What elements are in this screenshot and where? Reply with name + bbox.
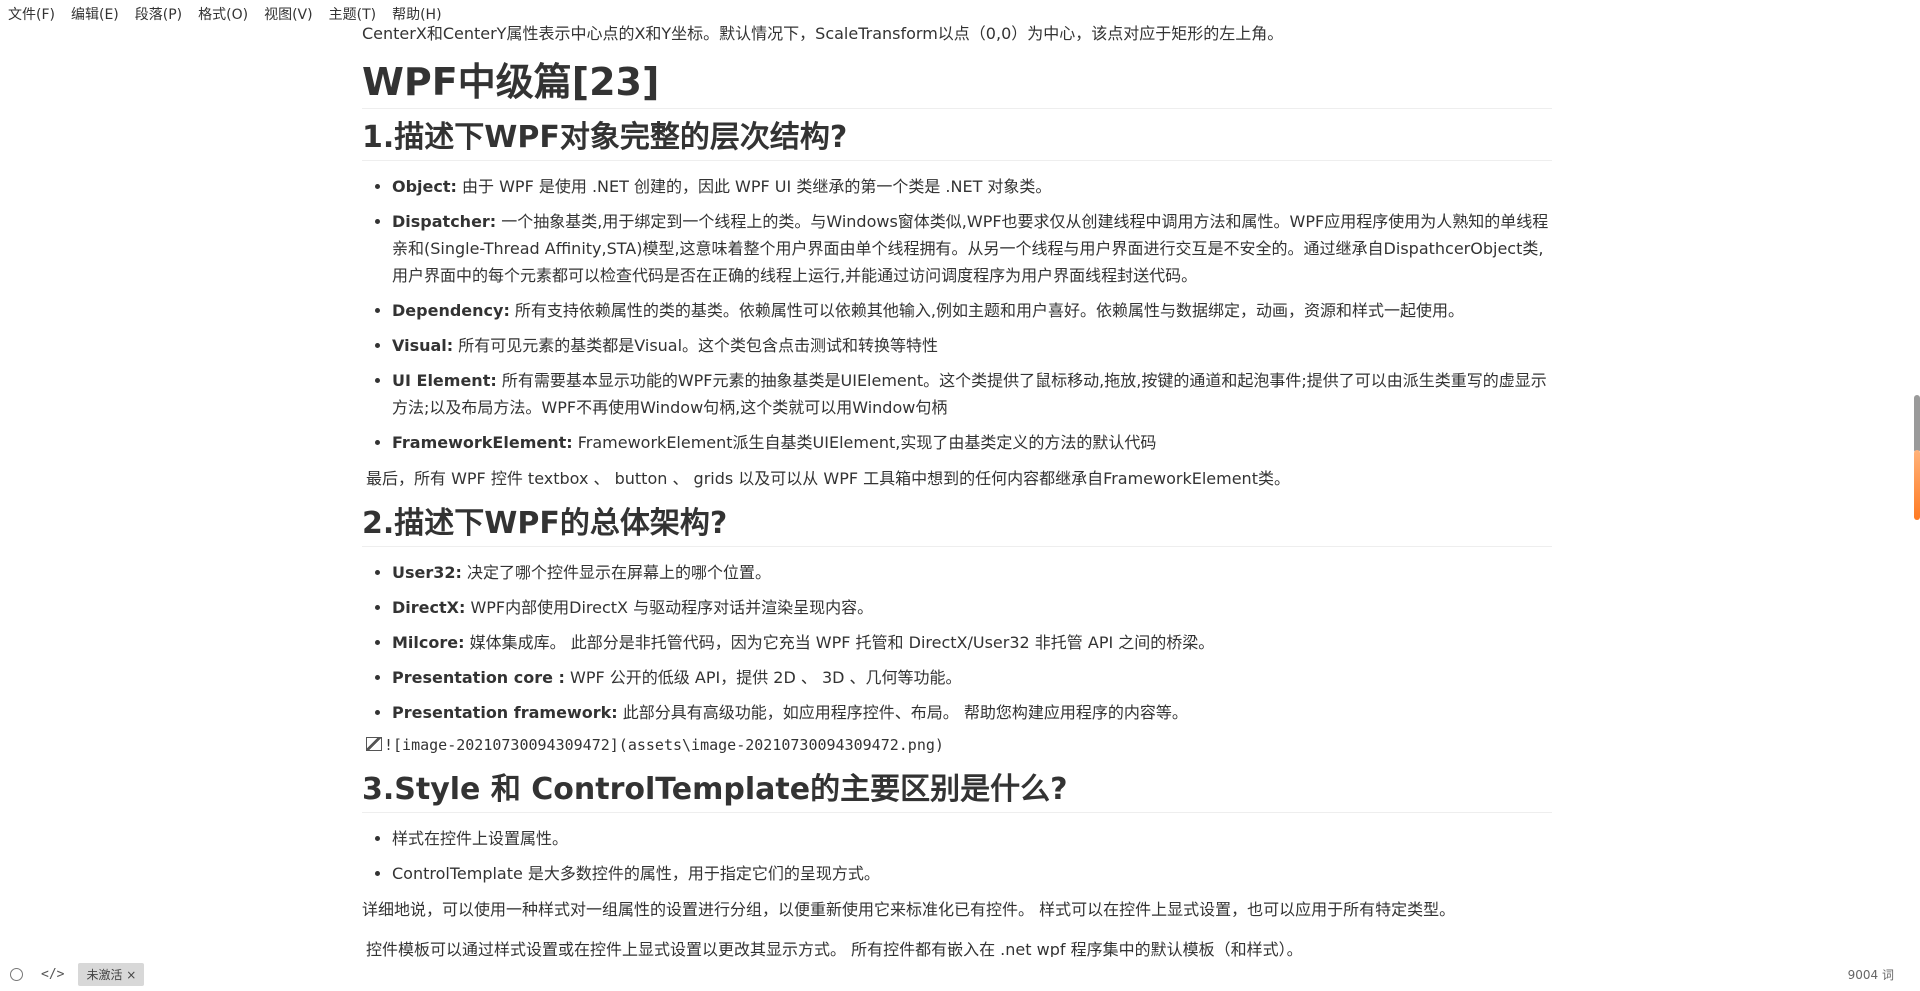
list-text: FrameworkElement派生自基类UIElement,实现了由基类定义的… bbox=[572, 433, 1157, 452]
list-item: ControlTemplate 是大多数控件的属性，用于指定它们的呈现方式。 bbox=[392, 860, 1552, 887]
list-text: 此部分具有高级功能，如应用程序控件、布局。 帮助您构建应用程序的内容等。 bbox=[617, 703, 1188, 722]
section-1-heading: 1.描述下WPF对象完整的层次结构? bbox=[362, 120, 1552, 161]
list-item: Dispatcher: 一个抽象基类,用于绑定到一个线程上的类。与Windows… bbox=[392, 208, 1552, 289]
list-item: FrameworkElement: FrameworkElement派生自基类U… bbox=[392, 429, 1552, 456]
status-bar: </> 未激活 × 9004 词 bbox=[0, 957, 1920, 991]
list-text: 媒体集成库。 此部分是非托管代码，因为它充当 WPF 托管和 DirectX/U… bbox=[464, 633, 1215, 652]
image-reference[interactable]: ![image-20210730094309472](assets\image-… bbox=[366, 736, 1552, 754]
word-count[interactable]: 9004 词 bbox=[1848, 966, 1894, 983]
list-item: Dependency: 所有支持依赖属性的类的基类。依赖属性可以依赖其他输入,例… bbox=[392, 297, 1552, 324]
list-term: Visual: bbox=[392, 336, 454, 355]
menu-help[interactable]: 帮助(H) bbox=[392, 4, 441, 24]
outline-toggle-icon[interactable] bbox=[10, 967, 23, 981]
list-item: Visual: 所有可见元素的基类都是Visual。这个类包含点击测试和转换等特… bbox=[392, 332, 1552, 359]
list-item: UI Element: 所有需要基本显示功能的WPF元素的抽象基类是UIElem… bbox=[392, 367, 1552, 421]
menu-file[interactable]: 文件(F) bbox=[8, 4, 55, 24]
scrollbar-thumb[interactable] bbox=[1914, 395, 1920, 453]
list-item: Presentation framework: 此部分具有高级功能，如应用程序控… bbox=[392, 699, 1552, 726]
list-term: Milcore: bbox=[392, 633, 465, 652]
list-term: Object: bbox=[392, 177, 457, 196]
list-text: 一个抽象基类,用于绑定到一个线程上的类。与Windows窗体类似,WPF也要求仅… bbox=[392, 212, 1549, 285]
partial-paragraph: CenterX和CenterY属性表示中心点的X和Y坐标。默认情况下，Scale… bbox=[362, 24, 1284, 43]
list-term: Presentation framework: bbox=[392, 703, 618, 722]
menu-edit[interactable]: 编辑(E) bbox=[71, 4, 119, 24]
section-1-summary: 最后，所有 WPF 控件 textbox 、 button 、 grids 以及… bbox=[366, 469, 1290, 488]
list-term: UI Element: bbox=[392, 371, 497, 390]
editor-content[interactable]: CenterX和CenterY属性表示中心点的X和Y坐标。默认情况下，Scale… bbox=[362, 0, 1552, 960]
menu-view[interactable]: 视图(V) bbox=[264, 4, 313, 24]
image-markdown: ![image-20210730094309472](assets\image-… bbox=[384, 736, 944, 754]
activation-badge[interactable]: 未激活 × bbox=[78, 962, 145, 986]
list-text: 由于 WPF 是使用 .NET 创建的，因此 WPF UI 类继承的第一个类是 … bbox=[456, 177, 1052, 196]
list-item: Object: 由于 WPF 是使用 .NET 创建的，因此 WPF UI 类继… bbox=[392, 173, 1552, 200]
broken-image-icon bbox=[366, 737, 382, 751]
list-item: DirectX: WPF内部使用DirectX 与驱动程序对话并渲染呈现内容。 bbox=[392, 594, 1552, 621]
menu-theme[interactable]: 主题(T) bbox=[329, 4, 376, 24]
list-item: Milcore: 媒体集成库。 此部分是非托管代码，因为它充当 WPF 托管和 … bbox=[392, 629, 1552, 656]
list-text: 所有可见元素的基类都是Visual。这个类包含点击测试和转换等特性 bbox=[453, 336, 939, 355]
list-term: Dependency: bbox=[392, 301, 510, 320]
list-text: WPF内部使用DirectX 与驱动程序对话并渲染呈现内容。 bbox=[465, 598, 874, 617]
list-item: 样式在控件上设置属性。 bbox=[392, 825, 1552, 852]
list-text: 所有支持依赖属性的类的基类。依赖属性可以依赖其他输入,例如主题和用户喜好。依赖属… bbox=[509, 301, 1465, 320]
section-3-paragraph-1: 详细地说，可以使用一种样式对一组属性的设置进行分组，以便重新使用它来标准化已有控… bbox=[362, 900, 1456, 919]
source-mode-icon[interactable]: </> bbox=[41, 967, 64, 982]
menu-format[interactable]: 格式(O) bbox=[198, 4, 248, 24]
list-term: FrameworkElement: bbox=[392, 433, 573, 452]
list-text: 所有需要基本显示功能的WPF元素的抽象基类是UIElement。这个类提供了鼠标… bbox=[392, 371, 1547, 417]
section-1-list: Object: 由于 WPF 是使用 .NET 创建的，因此 WPF UI 类继… bbox=[362, 173, 1552, 456]
scrollbar-position-marker bbox=[1914, 450, 1920, 520]
list-item: Presentation core : WPF 公开的低级 API，提供 2D … bbox=[392, 664, 1552, 691]
doc-body: 1.描述下WPF对象完整的层次结构? Object: 由于 WPF 是使用 .N… bbox=[362, 120, 1552, 960]
list-term: Presentation core : bbox=[392, 668, 565, 687]
list-item: User32: 决定了哪个控件显示在屏幕上的哪个位置。 bbox=[392, 559, 1552, 586]
section-3-list: 样式在控件上设置属性。 ControlTemplate 是大多数控件的属性，用于… bbox=[362, 825, 1552, 887]
doc-title: WPF中级篇[23] bbox=[362, 60, 1552, 109]
list-term: DirectX: bbox=[392, 598, 466, 617]
section-2-list: User32: 决定了哪个控件显示在屏幕上的哪个位置。 DirectX: WPF… bbox=[362, 559, 1552, 726]
list-text: WPF 公开的低级 API，提供 2D 、 3D 、几何等功能。 bbox=[564, 668, 962, 687]
section-2-heading: 2.描述下WPF的总体架构? bbox=[362, 506, 1552, 547]
section-3-heading: 3.Style 和 ControlTemplate的主要区别是什么? bbox=[362, 772, 1552, 813]
list-term: User32: bbox=[392, 563, 462, 582]
menu-paragraph[interactable]: 段落(P) bbox=[135, 4, 182, 24]
list-term: Dispatcher: bbox=[392, 212, 497, 231]
menu-bar: 文件(F) 编辑(E) 段落(P) 格式(O) 视图(V) 主题(T) 帮助(H… bbox=[0, 0, 458, 28]
list-text: 决定了哪个控件显示在屏幕上的哪个位置。 bbox=[461, 563, 772, 582]
